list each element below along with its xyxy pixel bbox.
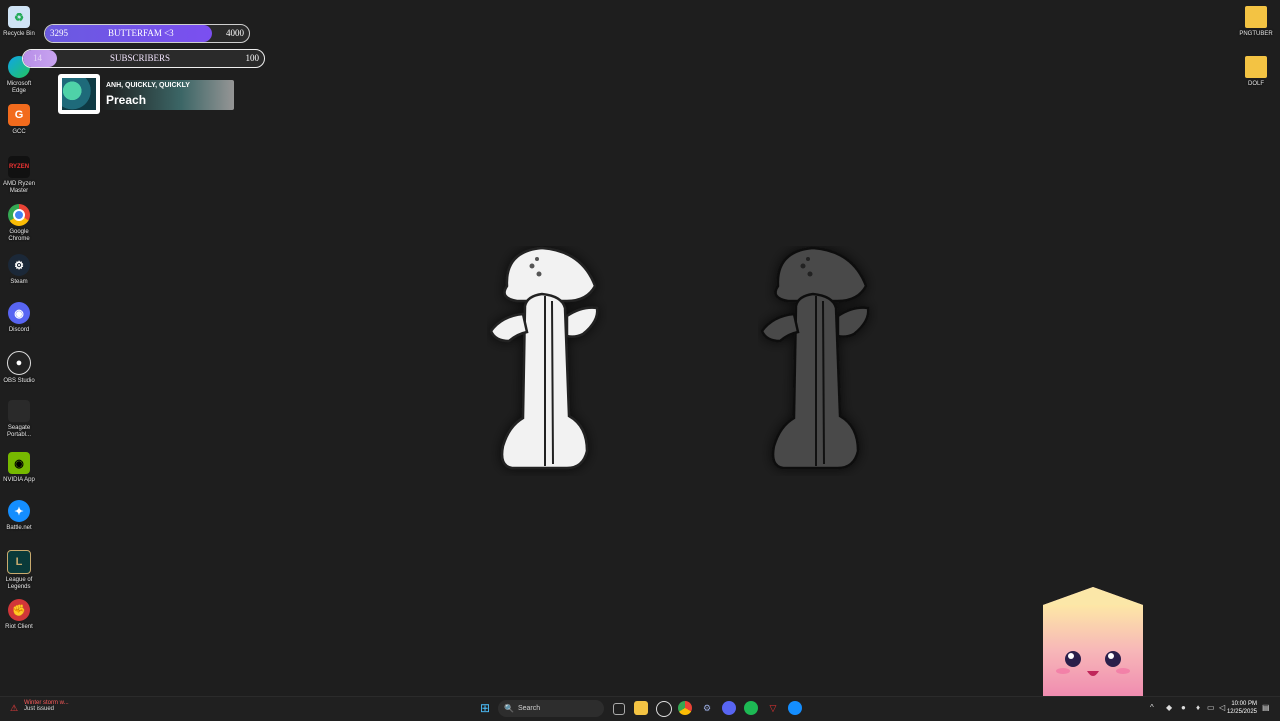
goal-label: BUTTERFAM <3 (108, 28, 174, 38)
desktop-icon-obs[interactable]: ● OBS Studio (0, 351, 38, 385)
desktop-icon-riot[interactable]: ✊ Riot Client (0, 599, 38, 631)
desktop-icon-nvidia[interactable]: ◉ NVIDIA App (0, 452, 38, 484)
spotify-icon[interactable] (744, 701, 758, 715)
desktop-icon-label: League of Legends (5, 577, 33, 590)
desktop-icon-gcc[interactable]: G GCC (0, 104, 38, 136)
desktop-icon-label: AMD Ryzen Master (2, 181, 35, 194)
windows-start-icon[interactable]: ⊞ (478, 701, 492, 715)
pngtuber-character-active (489, 246, 599, 470)
seagate-icon (8, 400, 30, 422)
desktop-icon-label: OBS Studio (3, 378, 35, 384)
desktop-icon-battlenet[interactable]: ✦ Battle.net (0, 500, 38, 532)
taskbar-clock[interactable]: 10:00 PM 12/25/2025 (1227, 700, 1257, 716)
desktop-icon-discord[interactable]: ◉ Discord (0, 302, 38, 334)
desktop-icon-chrome[interactable]: Google Chrome (0, 204, 38, 243)
desktop-icon-label: Battle.net (6, 525, 32, 531)
album-art (58, 74, 100, 114)
goal-current: 3295 (50, 28, 68, 38)
discord-icon[interactable] (722, 701, 736, 715)
riot-icon[interactable]: ▽ (766, 701, 780, 715)
steam-icon[interactable]: ⚙ (700, 701, 714, 715)
clock-time: 10:00 PM (1231, 701, 1257, 707)
battlenet-icon[interactable] (788, 701, 802, 715)
chrome-icon (8, 204, 30, 226)
nvidia-icon: ◉ (8, 452, 30, 474)
desktop-icon-label: Recycle Bin (3, 31, 35, 37)
league-icon: L (7, 550, 31, 574)
desktop-icon-label: Discord (8, 327, 30, 333)
now-playing-widget: ANH, QUICKLY, QUICKLY Preach (58, 74, 234, 114)
chrome-icon[interactable] (678, 701, 692, 715)
amd-ryzen-icon: RYZEN (8, 156, 30, 178)
volume-icon[interactable]: ◁ (1219, 703, 1225, 712)
butter-mascot (1043, 587, 1143, 696)
taskbar-search[interactable]: 🔍 Search (498, 700, 604, 717)
search-icon: 🔍 (504, 704, 514, 713)
desktop-icon-label: GCC (12, 129, 26, 135)
tray-app-icon[interactable]: ◆ (1166, 703, 1172, 712)
battlenet-icon: ✦ (8, 500, 30, 522)
desktop-icon-dolf-folder[interactable]: DOLF (1237, 56, 1275, 88)
desktop-icon-label: NVIDIA App (3, 477, 35, 483)
weather-alert-subtext: Just issued (24, 706, 55, 712)
folder-icon (1245, 56, 1267, 78)
desktop-icon-label: Steam (10, 279, 28, 285)
tray-chevron-icon[interactable]: ^ (1150, 703, 1154, 712)
steam-icon: ⚙ (8, 254, 30, 276)
pngtuber-character-inactive (760, 246, 870, 470)
obs-icon: ● (7, 351, 31, 375)
notification-icon[interactable]: ▤ (1262, 703, 1270, 712)
microphone-icon[interactable]: ♦ (1196, 703, 1200, 712)
file-explorer-icon[interactable] (634, 701, 648, 715)
goal-target: 4000 (226, 28, 244, 38)
desktop-icon-label: Seagate Portabl... (6, 425, 31, 438)
now-playing-title: Preach (106, 93, 147, 107)
desktop-icon-seagate[interactable]: Seagate Portabl... (0, 400, 38, 439)
network-icon[interactable]: ▭ (1207, 703, 1215, 712)
desktop-icon-league[interactable]: L League of Legends (0, 550, 38, 591)
desktop-icon-steam[interactable]: ⚙ Steam (0, 254, 38, 286)
now-playing-artist: ANH, QUICKLY, QUICKLY (106, 82, 190, 89)
riot-icon: ✊ (8, 599, 30, 621)
desktop-icon-label: DOLF (1247, 81, 1264, 87)
recycle-bin-icon: ♻ (8, 6, 30, 28)
desktop-icon-pngtuber-folder[interactable]: PNGTUBER (1237, 6, 1275, 38)
desktop-icon-amd-ryzen-master[interactable]: RYZEN AMD Ryzen Master (0, 156, 38, 195)
desktop-icon-label: Riot Client (5, 624, 33, 630)
taskbar: ⚠ Winter storm w... Just issued ⊞ 🔍 Sear… (0, 696, 1280, 721)
discord-icon: ◉ (8, 302, 30, 324)
folder-icon (1245, 6, 1267, 28)
desktop-icon-recycle-bin[interactable]: ♻ Recycle Bin (0, 6, 38, 38)
tray-steam-icon[interactable]: ● (1181, 703, 1186, 712)
desktop-icon-label: Google Chrome (8, 229, 30, 242)
goal-bar-subscribers: 14 SUBSCRIBERS 100 (22, 49, 265, 68)
search-placeholder: Search (517, 705, 541, 712)
desktop-icon-label: Microsoft Edge (6, 81, 32, 94)
obs-icon[interactable] (656, 701, 672, 717)
gcc-icon: G (8, 104, 30, 126)
desktop-icon-label: PNGTUBER (1239, 31, 1273, 37)
goal-target: 100 (245, 53, 260, 63)
goal-current: 14 (33, 53, 42, 63)
weather-alert-icon: ⚠ (10, 703, 19, 713)
clock-date: 12/25/2025 (1226, 709, 1257, 715)
goal-bar-followers: 3295 BUTTERFAM <3 4000 (44, 24, 250, 43)
goal-label: SUBSCRIBERS (110, 53, 171, 63)
task-view-icon[interactable] (613, 703, 625, 715)
weather-widget[interactable]: ⚠ Winter storm w... Just issued (8, 700, 69, 713)
